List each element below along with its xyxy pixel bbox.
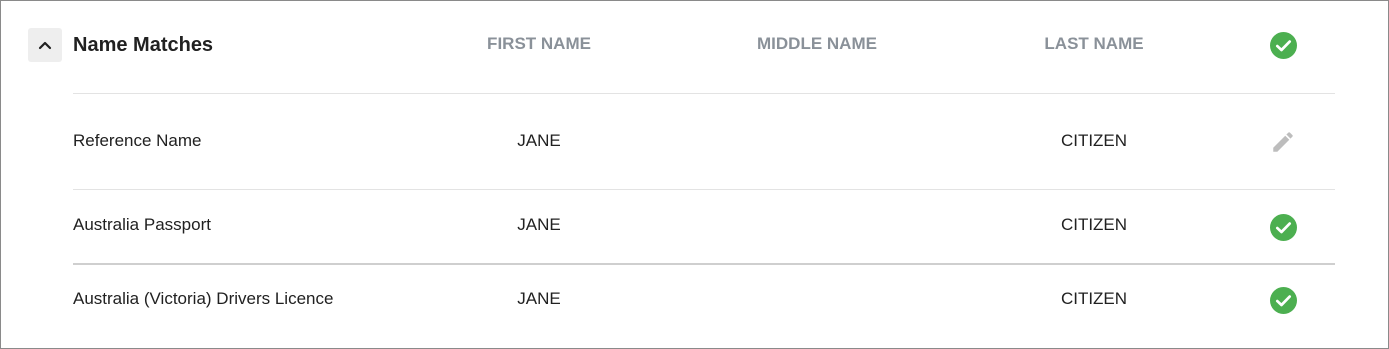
row-source-label: Reference Name (73, 131, 202, 150)
row-first-name: JANE (517, 131, 561, 150)
check-circle-icon (1269, 213, 1297, 241)
chevron-up-icon (38, 41, 52, 50)
row-divider (73, 263, 1335, 265)
check-circle-icon (1269, 286, 1297, 314)
column-header-first-name: FIRST NAME (487, 34, 591, 53)
column-header-middle-name: MIDDLE NAME (757, 34, 877, 53)
row-first-name: JANE (517, 215, 561, 234)
row-divider (73, 189, 1335, 190)
row-last-name: CITIZEN (1060, 289, 1128, 308)
collapse-button[interactable] (28, 28, 62, 62)
row-first-name: JANE (517, 289, 561, 308)
row-status (1269, 213, 1297, 241)
column-header-last-name: LAST NAME (1044, 34, 1144, 53)
row-status (1269, 286, 1297, 314)
row-last-name: CITIZEN (1060, 215, 1128, 234)
row-source-label: Australia (Victoria) Drivers Licence (73, 289, 334, 308)
header-status (1269, 31, 1297, 59)
row-source-label: Australia Passport (73, 215, 211, 234)
edit-icon (1273, 132, 1293, 152)
row-last-name: CITIZEN (1060, 131, 1128, 150)
header-divider (73, 93, 1335, 94)
check-circle-icon (1269, 31, 1297, 59)
section-title: Name Matches (73, 34, 214, 56)
edit-button[interactable] (1269, 128, 1297, 156)
name-matches-panel: Name Matches FIRST NAME MIDDLE NAME LAST… (0, 0, 1389, 349)
